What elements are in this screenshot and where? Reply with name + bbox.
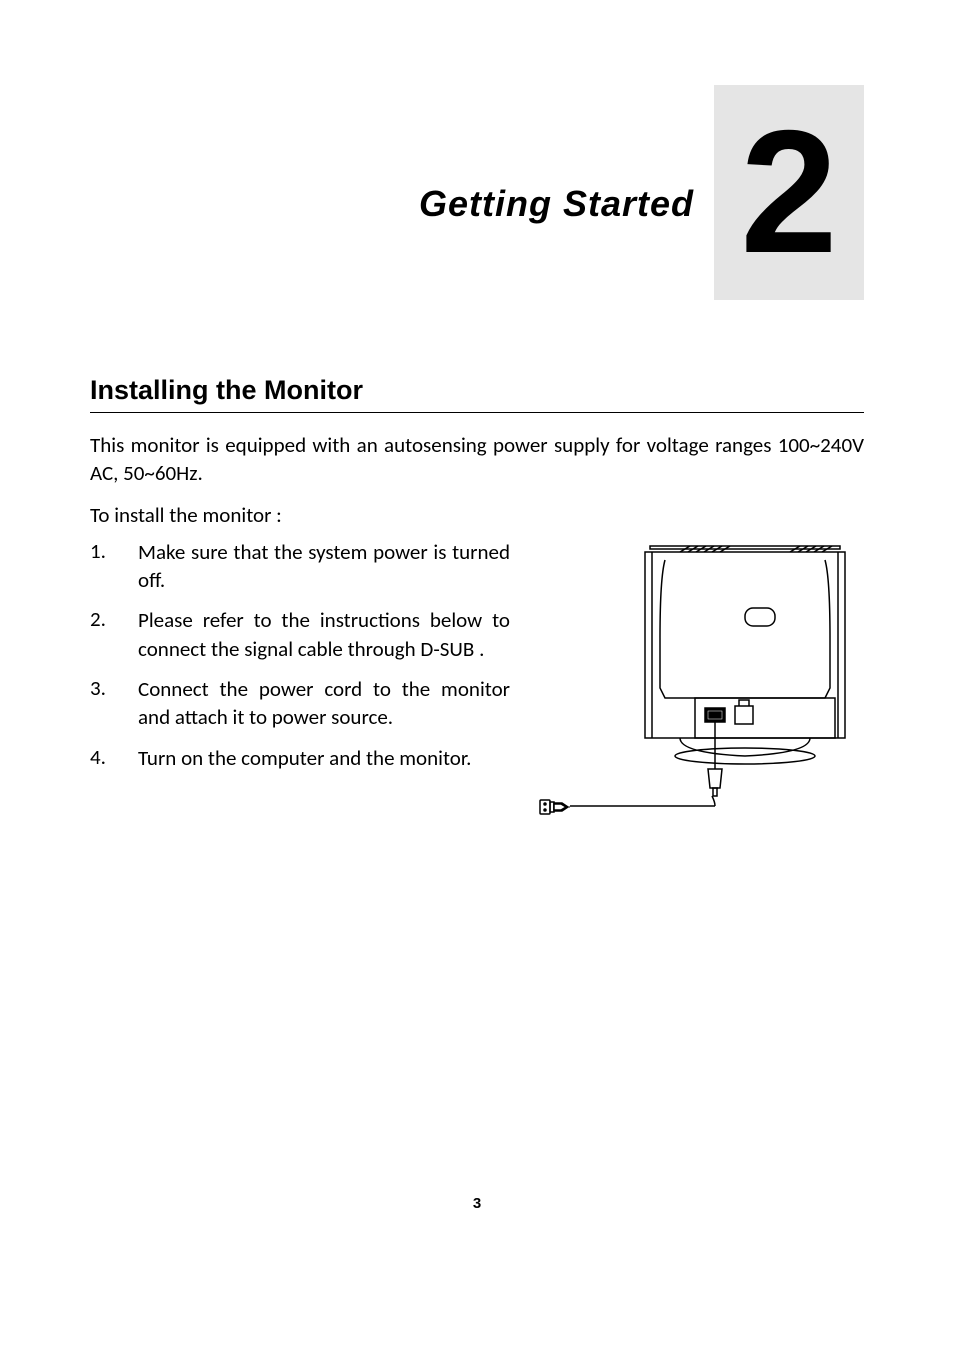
step-text: Please refer to the instructions below t… <box>138 606 510 663</box>
step-number: 2. <box>90 606 138 663</box>
list-item: 2. Please refer to the instructions belo… <box>90 606 510 663</box>
chapter-title: Getting Started <box>419 183 694 225</box>
step-number: 1. <box>90 538 138 595</box>
step-text: Connect the power cord to the monitor an… <box>138 675 510 732</box>
step-number: 4. <box>90 744 138 772</box>
step-text: Make sure that the system power is turne… <box>138 538 510 595</box>
section-underline <box>90 412 864 413</box>
steps-list: 1. Make sure that the system power is tu… <box>90 538 510 772</box>
list-item: 4. Turn on the computer and the monitor. <box>90 744 510 772</box>
chapter-number-box: 2 <box>714 85 864 300</box>
intro-paragraph: This monitor is equipped with an autosen… <box>90 431 864 488</box>
step-number: 3. <box>90 675 138 732</box>
section-heading: Installing the Monitor <box>90 375 864 406</box>
list-item: 3. Connect the power cord to the monitor… <box>90 675 510 732</box>
monitor-diagram <box>530 538 864 828</box>
page-number: 3 <box>0 1195 954 1212</box>
chapter-number: 2 <box>740 105 837 280</box>
list-item: 1. Make sure that the system power is tu… <box>90 538 510 595</box>
lead-paragraph: To install the monitor : <box>90 502 864 528</box>
step-text: Turn on the computer and the monitor. <box>138 744 510 772</box>
